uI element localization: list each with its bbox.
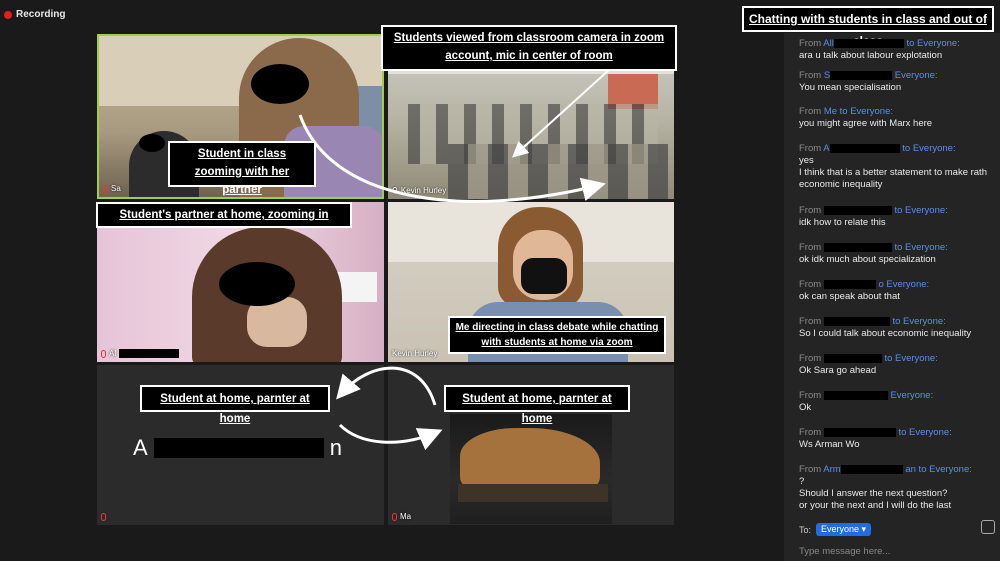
participant-name [101,513,106,521]
chat-message: From Arm an to Everyone:? Should I answe… [799,464,999,512]
callout-teacher-directing: Me directing in class debate while chatt… [448,316,666,354]
chat-message-body: yes I think that is a better statement t… [799,155,987,190]
callout-student-in-class: Student in class zooming with her partne… [168,141,316,196]
callout-classroom-camera: Students viewed from classroom camera in… [381,25,677,71]
chat-message-body: So I could talk about economic inequalit… [799,328,972,339]
chat-message: From to Everyone: So I could talk about e… [799,316,999,340]
chat-message: From Me to Everyone: you might agree with… [799,106,999,130]
chat-message-sender: From Me to Everyone: [799,106,893,117]
name-redaction [833,38,904,48]
recording-dot-icon [4,10,12,19]
participant-name: Sa [103,184,121,193]
chat-message-sender: From o Everyone: [799,279,930,290]
participant-name: Al [101,349,180,358]
pin-icon: ⚲ [392,186,398,195]
face-redaction [219,262,295,306]
mic-muted-icon [392,512,397,521]
file-share-icon[interactable] [981,520,995,534]
chat-message-sender: From S Everyone: [799,70,938,81]
recording-indicator: Recording [4,9,65,20]
recipient-row: To: Everyone ▾ [799,523,872,536]
chat-message-sender: From Everyone: [799,390,934,401]
face-redaction [139,134,165,152]
chat-message-body: you might agree with Marx here [799,118,933,129]
chat-message-sender: From to Everyone: [799,242,948,253]
name-redaction [830,70,893,80]
chat-message-body: ? Should I answer the next question? or … [799,476,952,511]
face-redaction [251,64,309,104]
chat-message-body: You mean specialisation [799,82,902,93]
name-redaction [823,316,890,326]
chat-message: From to Everyone: ok idk much about speci… [799,242,999,266]
callout-student-home-2: Student at home, parnter at home [444,385,630,425]
chat-message-body: ok can speak about that [799,291,900,302]
chat-message: From to Everyone: Ok Sara go ahead [799,353,999,377]
chat-message-sender: From to Everyone: [799,316,946,327]
chat-message: From o Everyone: ok can speak about that [799,279,999,303]
name-redaction [823,205,892,215]
participant-name: ⚲ Kevin Hurley [392,186,447,195]
chat-message: From S Everyone: You mean specialisation [799,70,999,94]
name-redaction [823,279,876,289]
callout-partner-at-home: Student's partner at home, zooming in [96,202,352,228]
chat-message-body: ok idk much about specialization [799,254,936,265]
chat-message-sender: From to Everyone: [799,353,938,364]
display-name: A n [133,435,342,460]
recording-label: Recording [16,9,66,20]
chat-message: From Everyone: Ok [799,390,999,414]
students-group [448,144,668,199]
chat-message-sender: From to Everyone: [799,427,952,438]
to-label: To: [799,524,812,535]
callout-chatting: Chatting with students in class and out … [742,6,994,48]
chat-input[interactable]: Type message here... [799,546,890,557]
name-redaction [829,143,900,153]
chat-message-body: Ok [799,402,812,413]
chat-message-sender: From A to Everyone: [799,143,956,154]
chat-message-body: Ws Arman Wo [799,439,860,450]
chat-message-body: ara u talk about labour explotation [799,50,943,61]
chat-message-sender: From Arm an to Everyone: [799,464,972,475]
mic-muted-icon [103,184,108,193]
chat-message: From to Everyone: Ws Arman Wo [799,427,999,451]
name-redaction [823,242,892,252]
name-redaction [823,390,888,400]
chat-message-body: Ok Sara go ahead [799,365,877,376]
participant-name: Ma [392,512,411,521]
name-redaction [823,427,896,437]
chat-message-sender: From All to Everyone: [799,38,960,49]
mic-muted-icon [101,513,106,521]
profile-picture [450,414,612,524]
recipient-dropdown[interactable]: Everyone ▾ [816,523,872,536]
name-redaction [823,353,882,363]
participant-name: Kevin Hurley [392,349,438,358]
name-redaction [840,464,903,474]
chat-message-body: idk how to relate this [799,217,886,228]
chat-message: From to Everyone: idk how to relate this [799,205,999,229]
chat-message-sender: From to Everyone: [799,205,948,216]
chat-message: From A to Everyone: yes I think that is a… [799,143,999,191]
callout-student-home-1: Student at home, parnter at home [140,385,330,425]
face-mask [521,258,567,294]
mic-muted-icon [101,349,106,358]
chat-message: From All to Everyone: ara u talk about la… [799,38,999,62]
